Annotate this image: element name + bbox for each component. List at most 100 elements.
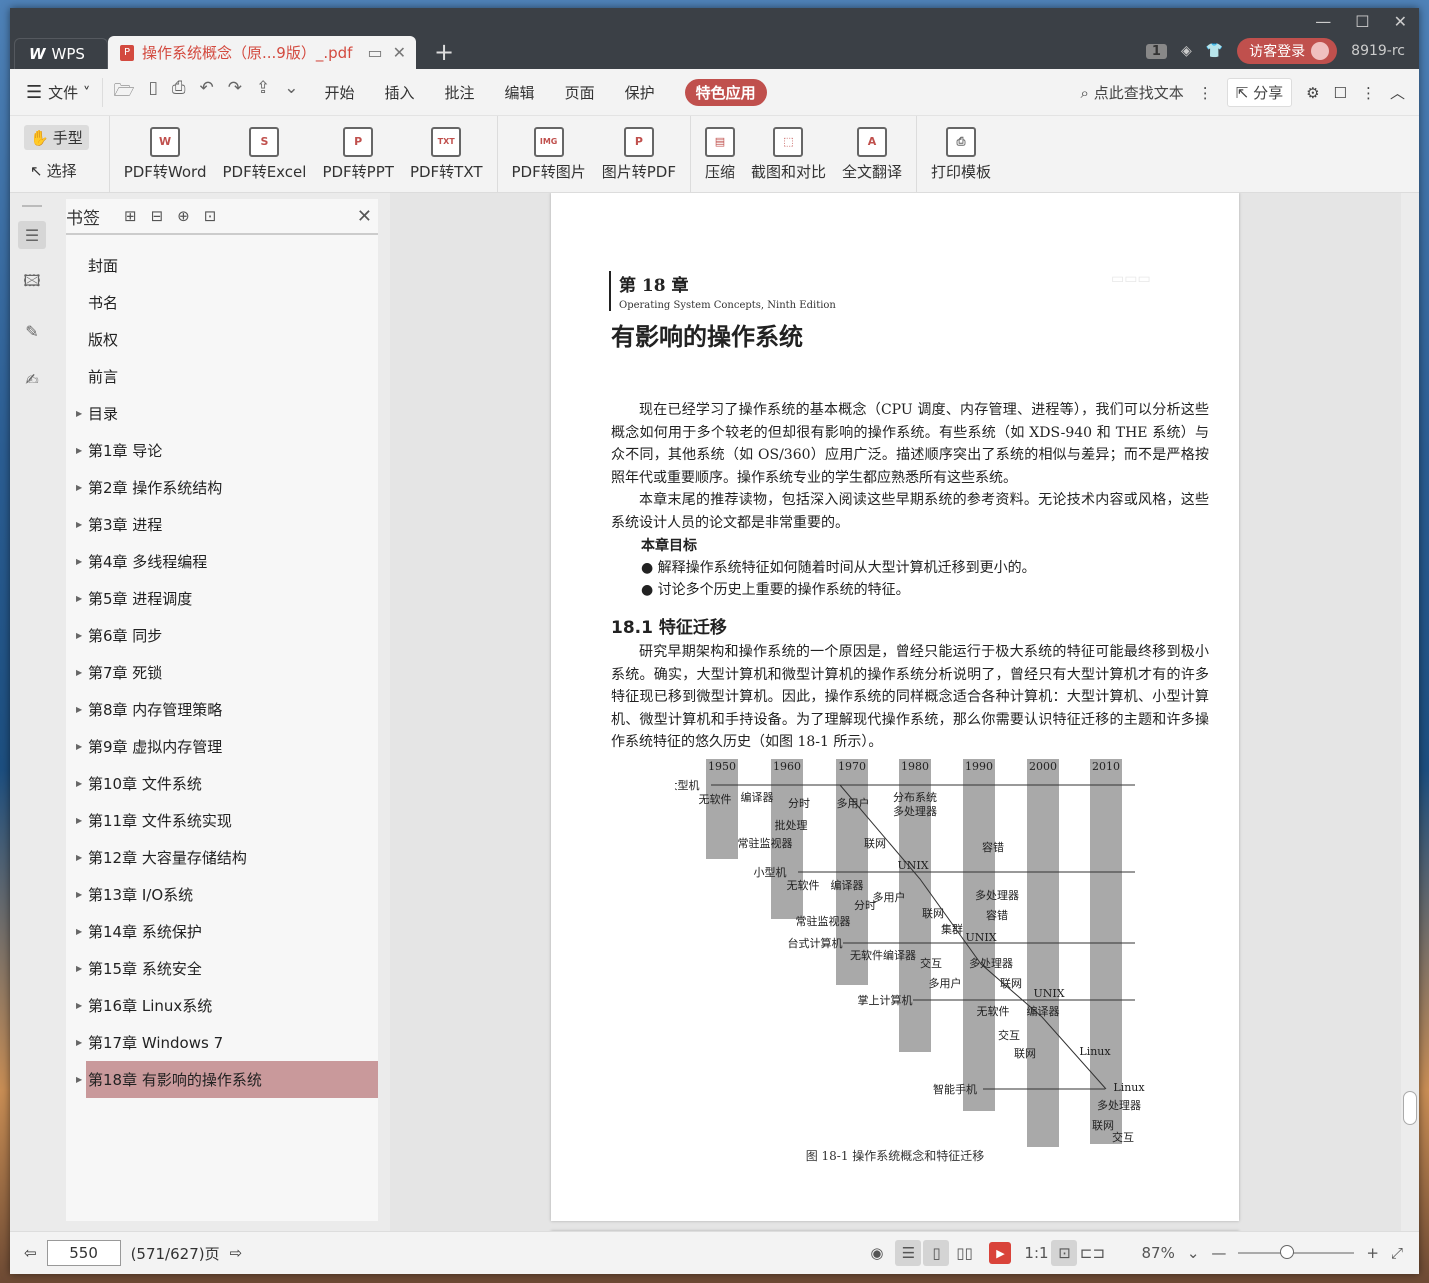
print-template-button[interactable]: ⎙ 打印模板 (923, 126, 999, 182)
document-view[interactable]: ▭▭▭ 第 18 章 Operating System Concepts, Ni… (390, 193, 1419, 1231)
tab-start[interactable]: 开始 (325, 82, 355, 103)
more-dropdown-icon[interactable]: ⌄ (284, 78, 298, 107)
redo-icon[interactable]: ↷ (228, 78, 242, 107)
tab-insert[interactable]: 插入 (385, 82, 415, 103)
tab-edit[interactable]: 编辑 (505, 82, 535, 103)
collapse-ribbon-icon[interactable]: ︿ (1390, 82, 1405, 103)
zoom-out-icon[interactable]: — (1211, 1244, 1226, 1262)
expand-arrow-icon[interactable]: ▶ (76, 631, 82, 640)
expand-arrow-icon[interactable]: ▶ (76, 594, 82, 603)
fullscreen-icon[interactable]: ⤢ (1391, 1244, 1403, 1262)
close-panel-icon[interactable]: ✕ (357, 206, 372, 227)
settings-icon[interactable]: ⚙ (1306, 84, 1319, 102)
tab-protect[interactable]: 保护 (625, 82, 655, 103)
bookmark-item[interactable]: ▶ 第18章 有影响的操作系统 (76, 1061, 378, 1098)
more-vertical-icon[interactable]: ⋮ (1198, 84, 1213, 102)
bookmark-item[interactable]: ▶ 第2章 操作系统结构 (66, 469, 378, 506)
bookmark-item[interactable]: 前言 (66, 358, 378, 395)
compress-button[interactable]: ▤ 压缩 (697, 126, 743, 182)
bookmark-item[interactable]: ▶ 第6章 同步 (66, 617, 378, 654)
hand-tool-button[interactable]: ✋ 手型 (24, 125, 89, 150)
bookmark-item[interactable]: ▶ 第3章 进程 (66, 506, 378, 543)
bookmark-item[interactable]: ▶ 第5章 进程调度 (66, 580, 378, 617)
window-count-badge[interactable]: 1 (1145, 43, 1167, 59)
expand-arrow-icon[interactable]: ▶ (76, 853, 82, 862)
bookmark-item[interactable]: ▶ 第10章 文件系统 (66, 765, 378, 802)
bookmark-settings-icon[interactable]: ⊡ (204, 207, 217, 225)
screen-icon[interactable]: ▭ (367, 43, 382, 62)
pdf-to-word-button[interactable]: W PDF转Word (116, 126, 215, 182)
bookmark-item[interactable]: ▶ 目录 (66, 395, 378, 432)
zoom-slider-knob[interactable] (1280, 1245, 1295, 1259)
skin-icon[interactable]: 👕 (1206, 43, 1223, 59)
expand-all-icon[interactable]: ⊞ (124, 207, 137, 225)
thumbnail-panel-icon[interactable]: 🖾 (18, 269, 46, 297)
minimize-icon[interactable]: — (1315, 12, 1331, 31)
pdf-to-txt-button[interactable]: TXT PDF转TXT (402, 126, 491, 182)
expand-arrow-icon[interactable]: ▶ (76, 816, 82, 825)
translate-button[interactable]: A 全文翻译 (834, 126, 910, 182)
maximize-icon[interactable]: ☐ (1355, 12, 1369, 31)
two-page-icon[interactable]: ▯▯ (951, 1240, 977, 1266)
pdf-to-image-button[interactable]: IMG PDF转图片 (504, 126, 594, 182)
print-icon[interactable]: ⎙ (172, 78, 186, 107)
close-tab-icon[interactable]: ✕ (393, 43, 406, 62)
bookmark-item[interactable]: ▶ 第16章 Linux系统 (66, 987, 378, 1024)
scrollbar-thumb[interactable] (1403, 1091, 1417, 1125)
export-icon[interactable]: ⇪ (256, 78, 270, 107)
tab-special-apps[interactable]: 特色应用 (684, 78, 767, 106)
vertical-scrollbar[interactable] (1401, 193, 1419, 1231)
expand-arrow-icon[interactable]: ▶ (76, 446, 82, 455)
zoom-level[interactable]: 87% (1141, 1244, 1174, 1262)
hamburger-icon[interactable]: ☰ (26, 82, 42, 103)
zoom-slider[interactable] (1238, 1245, 1355, 1259)
expand-arrow-icon[interactable]: ▶ (76, 668, 82, 677)
bookmark-item[interactable]: ▶ 第4章 多线程编程 (66, 543, 378, 580)
bookmark-item[interactable]: ▶ 第13章 I/O系统 (66, 876, 378, 913)
expand-arrow-icon[interactable]: ▶ (76, 742, 82, 751)
sync-icon[interactable]: ◈ (1181, 43, 1192, 59)
actual-size-icon[interactable]: 1:1 (1023, 1240, 1049, 1266)
more-options-icon[interactable]: ⋮ (1361, 84, 1376, 102)
bookmark-panel-icon[interactable]: ☰ (18, 221, 46, 249)
bookmark-item[interactable]: ▶ 第9章 虚拟内存管理 (66, 728, 378, 765)
bookmark-item[interactable]: ▶ 第12章 大容量存储结构 (66, 839, 378, 876)
fit-page-icon[interactable]: ⊡ (1051, 1240, 1078, 1266)
expand-arrow-icon[interactable]: ▶ (76, 705, 82, 714)
file-menu[interactable]: 文件 ˅ (48, 82, 90, 103)
expand-arrow-icon[interactable]: ▶ (76, 557, 82, 566)
expand-arrow-icon[interactable]: ▶ (76, 1075, 82, 1084)
expand-arrow-icon[interactable]: ▶ (76, 1001, 82, 1010)
signature-panel-icon[interactable]: ✍ (18, 365, 46, 393)
search-text-button[interactable]: ⌕ 点此查找文本 (1081, 82, 1184, 103)
expand-arrow-icon[interactable]: ▶ (76, 779, 82, 788)
bookmark-item[interactable]: 版权 (66, 321, 378, 358)
bookmark-item[interactable]: ▶ 第11章 文件系统实现 (66, 802, 378, 839)
prev-page-icon[interactable]: ⇦ (24, 1244, 37, 1262)
zoom-dropdown-icon[interactable]: ⌄ (1187, 1244, 1200, 1262)
page-number-input[interactable]: 550 (46, 1240, 121, 1266)
expand-arrow-icon[interactable]: ▶ (76, 409, 82, 418)
chat-icon[interactable]: ☐ (1334, 84, 1347, 102)
bookmark-item[interactable]: ▶ 第15章 系统安全 (66, 950, 378, 987)
play-slideshow-icon[interactable]: ▶ (989, 1242, 1012, 1264)
pdf-to-ppt-button[interactable]: P PDF转PPT (314, 126, 401, 182)
document-tab[interactable]: P 操作系统概念（原...9版）_.pdf ▭ ✕ (108, 36, 416, 69)
expand-arrow-icon[interactable]: ▶ (76, 964, 82, 973)
close-window-icon[interactable]: ✕ (1394, 12, 1407, 31)
bookmark-item[interactable]: ▶ 第1章 导论 (66, 432, 378, 469)
bookmark-item[interactable]: ▶ 第8章 内存管理策略 (66, 691, 378, 728)
continuous-view-icon[interactable]: ☰ (895, 1240, 922, 1266)
image-to-pdf-button[interactable]: P 图片转PDF (594, 126, 684, 182)
add-bookmark-icon[interactable]: ⊕ (177, 207, 190, 225)
bookmark-item[interactable]: ▶ 第17章 Windows 7 (66, 1024, 378, 1061)
tab-comment[interactable]: 批注 (445, 82, 475, 103)
expand-arrow-icon[interactable]: ▶ (76, 1038, 82, 1047)
new-tab-button[interactable]: + (434, 38, 454, 66)
share-button[interactable]: ⇱ 分享 (1226, 78, 1293, 107)
bookmark-item[interactable]: ▶ 第7章 死锁 (66, 654, 378, 691)
wps-home-tab[interactable]: W WPS (14, 38, 108, 69)
tab-page[interactable]: 页面 (565, 82, 595, 103)
select-tool-button[interactable]: ↖ 选择 (24, 158, 89, 183)
expand-arrow-icon[interactable]: ▶ (76, 520, 82, 529)
